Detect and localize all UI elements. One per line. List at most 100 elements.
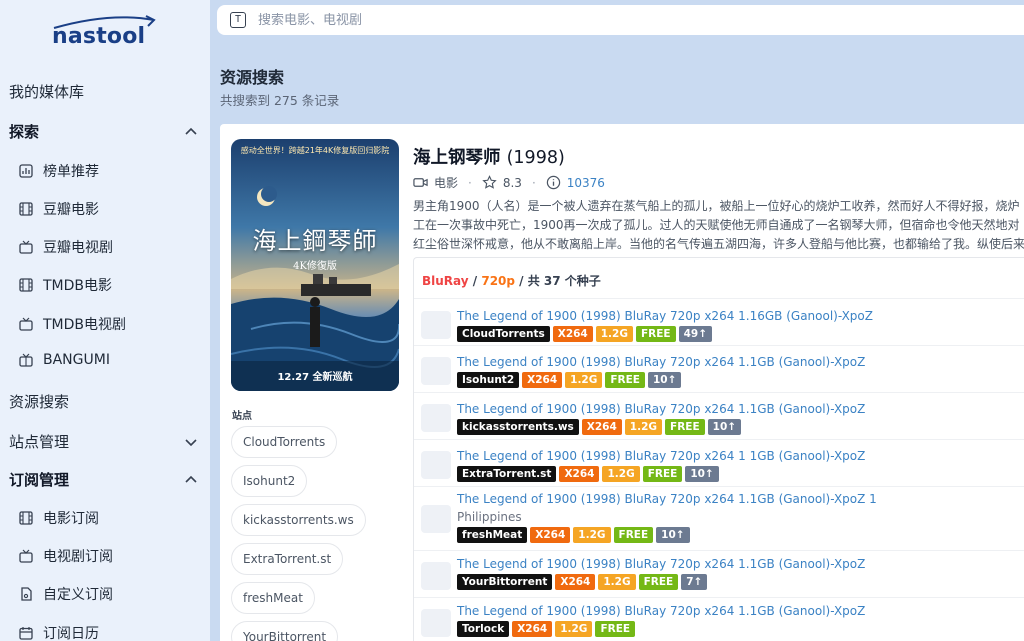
sidebar-item-charts[interactable]: 榜单推荐: [19, 161, 99, 181]
torrent-row[interactable]: The Legend of 1900 (1998) BluRay 720p x2…: [414, 298, 1024, 345]
tv-icon: [19, 240, 33, 254]
torrent-tags: YourBittorrent X264 1.2G FREE 7↑: [457, 574, 708, 590]
seeders-badge: 10↑: [685, 466, 719, 482]
free-badge: FREE: [642, 466, 683, 482]
sidebar-item-tmdb-tv[interactable]: TMDB电视剧: [19, 314, 126, 334]
movie-poster[interactable]: 感动全世界！跨越21年4K修复版回归影院 海上鋼琴師 4K修復版 12.27 全…: [231, 139, 399, 391]
chevron-up-icon: [185, 127, 197, 135]
poster-subtitle: 4K修復版: [293, 261, 337, 272]
torrent-thumbnail: [421, 505, 451, 533]
chevron-up-icon: [185, 475, 197, 483]
logo[interactable]: nastool: [50, 14, 160, 54]
sidebar-item-media-library[interactable]: 我的媒体库: [9, 81, 84, 102]
poster-tagline: 感动全世界！跨越21年4K修复版回归影院: [240, 146, 390, 155]
sidebar-item-movie-subscription[interactable]: 电影订阅: [19, 508, 99, 528]
poster-date: 12.27 全新巡航: [277, 372, 353, 383]
video-icon: [413, 178, 428, 187]
torrent-row[interactable]: The Legend of 1900 (1998) BluRay 720p x2…: [414, 439, 1024, 486]
torrent-title[interactable]: The Legend of 1900 (1998) BluRay 720p x2…: [457, 491, 877, 508]
sidebar-item-tv-subscription[interactable]: 电视剧订阅: [19, 546, 113, 566]
torrent-list: BluRay / 720p / 共 37 个种子 The Legend of 1…: [413, 257, 1024, 641]
size-badge: 1.2G: [598, 574, 636, 590]
free-badge: FREE: [605, 372, 645, 388]
search-shortcut-icon: T: [230, 12, 246, 28]
sidebar-section-label: 探索: [9, 123, 40, 141]
torrent-title[interactable]: The Legend of 1900 (1998) BluRay 720p x2…: [457, 448, 865, 465]
film-icon: [19, 511, 33, 525]
sidebar-item-label: TMDB电影: [43, 278, 113, 294]
site-badge: freshMeat: [457, 527, 528, 543]
torrent-row[interactable]: The Legend of 1900 (1998) BluRay 720p x2…: [414, 550, 1024, 597]
site-filter-chip[interactable]: freshMeat: [231, 582, 315, 614]
seeders-badge: 49↑: [678, 326, 712, 342]
torrent-row[interactable]: The Legend of 1900 (1998) BluRay 720p x2…: [414, 392, 1024, 439]
page-subtitle: 共搜索到 275 条记录: [220, 93, 340, 108]
chevron-down-icon: [185, 438, 197, 446]
site-filter-chip[interactable]: ExtraTorrent.st: [231, 543, 344, 575]
seeders-badge: 7↑: [681, 574, 708, 590]
torrent-title[interactable]: The Legend of 1900 (1998) BluRay 720p x2…: [457, 308, 873, 325]
torrent-title[interactable]: The Legend of 1900 (1998) BluRay 720p x2…: [457, 603, 865, 620]
free-badge: FREE: [613, 527, 654, 543]
codec-badge: X264: [555, 574, 596, 590]
sidebar-section-explore[interactable]: 探索: [9, 121, 198, 142]
filter-resolution[interactable]: 720p: [481, 274, 515, 288]
size-badge: 1.2G: [555, 621, 593, 637]
sidebar-item-douban-tv[interactable]: 豆瓣电视剧: [19, 237, 113, 257]
torrent-tags: CloudTorrents X264 1.2G FREE 49↑: [457, 326, 712, 342]
sidebar-item-label: 榜单推荐: [43, 164, 99, 180]
sidebar-item-resource-search[interactable]: 资源搜索: [9, 391, 69, 412]
result-card: 感动全世界！跨越21年4K修复版回归影院 海上鋼琴師 4K修復版 12.27 全…: [220, 124, 1024, 641]
movie-meta: 电影 · 8.3 · 10376: [413, 174, 605, 191]
file-icon: [21, 587, 32, 601]
torrent-thumbnail: [421, 404, 451, 432]
torrent-count: 共 37 个种子: [527, 274, 601, 288]
torrent-title[interactable]: The Legend of 1900 (1998) BluRay 720p x2…: [457, 354, 865, 371]
tv-icon: [19, 317, 33, 331]
sidebar-item-custom-subscription[interactable]: 自定义订阅: [19, 584, 113, 604]
site-badge: YourBittorrent: [457, 574, 553, 590]
filter-source[interactable]: BluRay: [422, 274, 469, 288]
site-badge: kickasstorrents.ws: [457, 419, 579, 435]
torrent-title[interactable]: The Legend of 1900 (1998) BluRay 720p x2…: [457, 556, 865, 573]
sidebar-item-label: 订阅日历: [43, 626, 99, 641]
separator-dot: ·: [468, 175, 472, 190]
sidebar-section-subscription[interactable]: 订阅管理: [9, 469, 198, 490]
movie-title-text: 海上钢琴师: [413, 148, 501, 168]
seeders-badge: 10↑: [647, 372, 682, 388]
torrent-title[interactable]: The Legend of 1900 (1998) BluRay 720p x2…: [457, 401, 865, 418]
poster-title: 海上鋼琴師: [252, 227, 378, 255]
torrent-row[interactable]: The Legend of 1900 (1998) BluRay 720p x2…: [414, 486, 1024, 550]
page-title: 资源搜索: [220, 68, 285, 87]
sidebar-item-bangumi[interactable]: BANGUMI: [19, 352, 110, 368]
torrent-row[interactable]: The Legend of 1900 (1998) BluRay 720p x2…: [414, 597, 1024, 641]
movie-rating: 8.3: [502, 175, 522, 190]
film-icon: [19, 278, 33, 292]
sidebar-section-label: 订阅管理: [9, 471, 70, 489]
sidebar: nastool 我的媒体库 探索 榜单推荐 豆瓣电影 豆瓣电视剧 TMDB电影 …: [0, 0, 210, 641]
sidebar-item-label: TMDB电视剧: [43, 317, 127, 333]
sidebar-item-tmdb-movies[interactable]: TMDB电影: [19, 275, 112, 295]
site-badge: ExtraTorrent.st: [457, 466, 557, 482]
codec-badge: X264: [559, 466, 600, 482]
codec-badge: X264: [552, 326, 593, 342]
torrent-thumbnail: [421, 609, 451, 637]
sidebar-item-subscription-calendar[interactable]: 订阅日历: [19, 623, 99, 641]
torrent-thumbnail: [421, 311, 451, 339]
separator: /: [519, 274, 528, 288]
search-input[interactable]: [258, 12, 858, 28]
size-badge: 1.2G: [595, 326, 633, 342]
movie-overview: 男主角1900（人名）是一个被人遗弃在蒸气船上的孤儿，被船上一位好心的烧炉工收养…: [413, 199, 1024, 251]
site-filter-chip[interactable]: CloudTorrents: [231, 426, 338, 458]
logo-text: nastool: [52, 24, 146, 49]
sidebar-item-douban-movies[interactable]: 豆瓣电影: [19, 199, 99, 219]
torrent-row[interactable]: The Legend of 1900 (1998) BluRay 720p x2…: [414, 345, 1024, 392]
separator-dot: ·: [531, 175, 536, 190]
site-filter-chip[interactable]: kickasstorrents.ws: [231, 504, 366, 536]
search-bar[interactable]: T: [217, 5, 1024, 35]
sidebar-section-sites[interactable]: 站点管理: [9, 431, 198, 452]
site-filter-chip[interactable]: Isohunt2: [231, 465, 308, 497]
torrent-tags: ExtraTorrent.st X264 1.2G FREE 10↑: [457, 466, 719, 482]
site-filter-chip[interactable]: YourBittorrent: [231, 621, 339, 641]
tmdb-link[interactable]: 10376: [567, 176, 605, 190]
